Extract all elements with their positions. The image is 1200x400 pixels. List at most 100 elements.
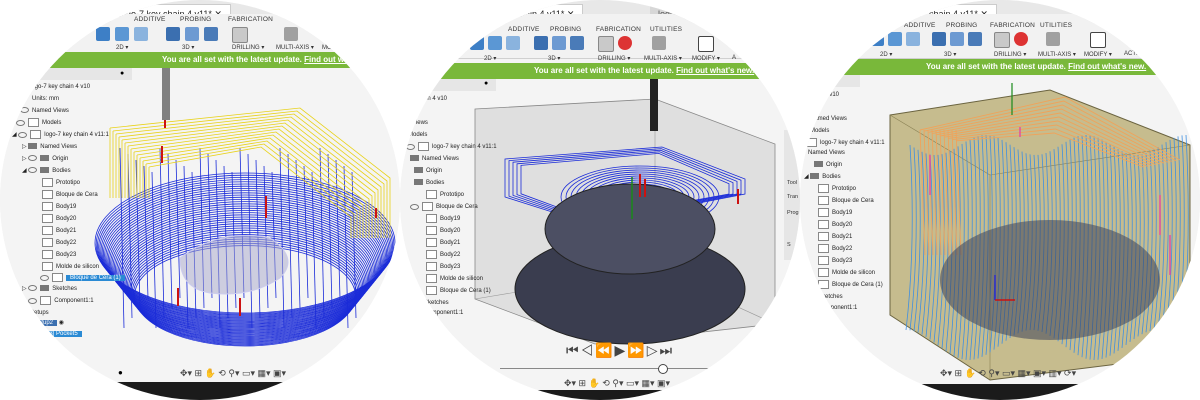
face-icon[interactable] (134, 27, 148, 41)
tree-row[interactable]: Bloque de Cera (1) (818, 280, 883, 290)
group-3d[interactable]: 3D ▾ (182, 44, 194, 51)
tree-row[interactable]: Setups (30, 308, 49, 318)
eye-icon[interactable] (28, 285, 38, 292)
simulation-slider-thumb[interactable] (658, 364, 668, 374)
tree-row[interactable]: Setup2 ◉ (30, 318, 64, 328)
2d-adaptive-icon[interactable] (96, 27, 110, 41)
browser-pin-icon[interactable]: ● (484, 80, 488, 87)
tab-probing[interactable]: PROBING (946, 22, 977, 29)
tree-row[interactable]: Models (810, 126, 829, 136)
group-actions[interactable]: A (732, 55, 736, 61)
tree-row[interactable]: ▷ Named Views (22, 142, 77, 152)
tree-row[interactable]: Body21 (426, 238, 460, 248)
multi-axis-icon[interactable] (1046, 32, 1060, 46)
simulation-player[interactable]: ⏮◁⏪▶⏩▷⏭ (566, 342, 674, 359)
tree-row[interactable]: Body22 (818, 244, 852, 254)
multi-axis-icon[interactable] (284, 27, 298, 41)
tree-row[interactable]: Body20 (426, 226, 460, 236)
3d-adaptive-icon[interactable] (534, 36, 548, 50)
tree-row[interactable]: Models (16, 118, 61, 128)
probe-icon[interactable] (618, 36, 632, 50)
group-multi-axis[interactable]: MULTI-AXIS ▾ (1038, 51, 1076, 58)
tab-additive[interactable]: ADDITIVE (508, 26, 540, 33)
tree-row[interactable]: Bloque de Cera (1) (426, 286, 491, 296)
tree-row[interactable]: Body22 (426, 250, 460, 260)
rewind-icon[interactable]: ⏪ (595, 342, 614, 358)
tree-row[interactable]: Named Views (810, 114, 847, 124)
tree-row[interactable]: Named Views (20, 106, 69, 116)
3d-pocket-icon[interactable] (185, 27, 199, 41)
group-3d[interactable]: 3D ▾ (548, 55, 560, 62)
tree-row[interactable]: ▷ Component1:1 (22, 296, 94, 306)
tab-fabrication[interactable]: FABRICATION (228, 16, 273, 23)
face-icon[interactable] (906, 32, 920, 46)
target-icon[interactable]: ◉ (59, 320, 64, 326)
simulation-slider-track[interactable] (500, 368, 800, 369)
settings-icon[interactable]: ● (118, 368, 123, 377)
group-drilling[interactable]: DRILLING ▾ (232, 44, 264, 51)
group-2d[interactable]: 2D ▾ (880, 51, 892, 58)
tree-row[interactable]: Bloque de Cera (410, 202, 478, 212)
eye-icon[interactable] (406, 143, 415, 150)
tree-row[interactable]: ◢ logo-7 key chain 4 v11:1 (12, 130, 109, 140)
group-multi-axis[interactable]: MULTI-AXIS ▾ (276, 44, 314, 51)
tree-row-selected[interactable]: [T3] Pocket5 (40, 329, 82, 339)
tree-row[interactable]: Molde de silicon (818, 268, 875, 278)
tree-row[interactable]: Component1:1 (818, 303, 857, 313)
drill-icon[interactable] (598, 36, 614, 52)
face-icon[interactable] (506, 36, 520, 50)
tab-utilities[interactable]: UTILITIES (650, 26, 682, 33)
tree-row[interactable]: Component1:1 (424, 308, 463, 318)
scissors-icon[interactable] (698, 36, 714, 52)
tree-row[interactable]: in 4 v10 (426, 94, 447, 104)
tab-utilities[interactable]: UTILITIES (1040, 22, 1072, 29)
tree-row[interactable]: Body20 (42, 214, 76, 224)
step-forward-icon[interactable]: ▷ (647, 342, 660, 358)
eye-icon[interactable] (28, 167, 38, 174)
tree-row[interactable]: Body19 (42, 202, 76, 212)
tree-row[interactable]: Origin (414, 166, 442, 176)
tab-additive[interactable]: ADDITIVE (134, 16, 166, 23)
tree-row[interactable]: Bloque de Cera (818, 196, 874, 206)
tab-fabrication[interactable]: FABRICATION (990, 22, 1035, 29)
tree-row[interactable]: Named Views (410, 154, 459, 164)
eye-icon[interactable] (16, 119, 25, 126)
probe-icon[interactable] (1014, 32, 1028, 46)
tree-row[interactable]: ▷ Origin (22, 154, 68, 164)
whats-new-link[interactable]: Find out what's new. (1068, 62, 1146, 71)
tree-row[interactable]: logo-7 key chain 4 v10 (30, 82, 90, 92)
whats-new-link[interactable]: Find out what's new. (304, 55, 382, 64)
tree-row[interactable]: Body23 (426, 262, 460, 272)
group-3d[interactable]: 3D ▾ (944, 51, 956, 58)
group-modify[interactable]: MODIFY ▾ (692, 55, 720, 62)
2d-pocket-icon[interactable] (888, 32, 902, 46)
navigation-toolbar[interactable]: ✥▾ ⊞ ✋ ⟲ ⚲▾ ▭▾ ▦▾ ▣▾ (180, 368, 286, 379)
tree-row[interactable]: Units: mm (32, 94, 59, 104)
play-icon[interactable]: ▶ (615, 342, 628, 358)
tab-probing[interactable]: PROBING (550, 26, 581, 33)
group-drilling[interactable]: DRILLING ▾ (598, 55, 630, 62)
navigation-toolbar[interactable]: ✥▾ ⊞ ✋ ⟲ ⚲▾ ▭▾ ▦▾ ▣▾ (564, 378, 670, 389)
tree-row[interactable]: Body22 (42, 238, 76, 248)
group-modify[interactable]: MODIFY ▾ (322, 44, 350, 51)
3d-adaptive-icon[interactable] (932, 32, 946, 46)
drill-icon[interactable] (994, 32, 1010, 48)
tree-row[interactable]: Prototipo (42, 178, 80, 188)
tree-row-selected[interactable]: Bloque de Cera (1) (40, 273, 125, 283)
2d-adaptive-icon[interactable] (870, 32, 884, 46)
viewport-toolpath-3[interactable] (800, 75, 1200, 400)
tree-row[interactable]: Body19 (818, 208, 852, 218)
3d-pocket-icon[interactable] (552, 36, 566, 50)
group-2d[interactable]: 2D ▾ (116, 44, 128, 51)
drill-icon[interactable] (232, 27, 248, 43)
group-drilling[interactable]: DRILLING ▾ (994, 51, 1026, 58)
tree-row[interactable]: Prototipo (426, 190, 464, 200)
tree-row[interactable]: ▷ Sketches (22, 284, 77, 294)
tree-row[interactable]: Sketches (818, 292, 843, 302)
step-back-icon[interactable]: ◁ (581, 342, 596, 358)
tree-row[interactable]: Body21 (818, 232, 852, 242)
3d-adaptive-icon[interactable] (166, 27, 180, 41)
whats-new-link[interactable]: Find out what's new. (676, 66, 754, 75)
tree-row[interactable]: Bloque de Cera (42, 190, 98, 200)
eye-icon[interactable] (28, 297, 38, 304)
